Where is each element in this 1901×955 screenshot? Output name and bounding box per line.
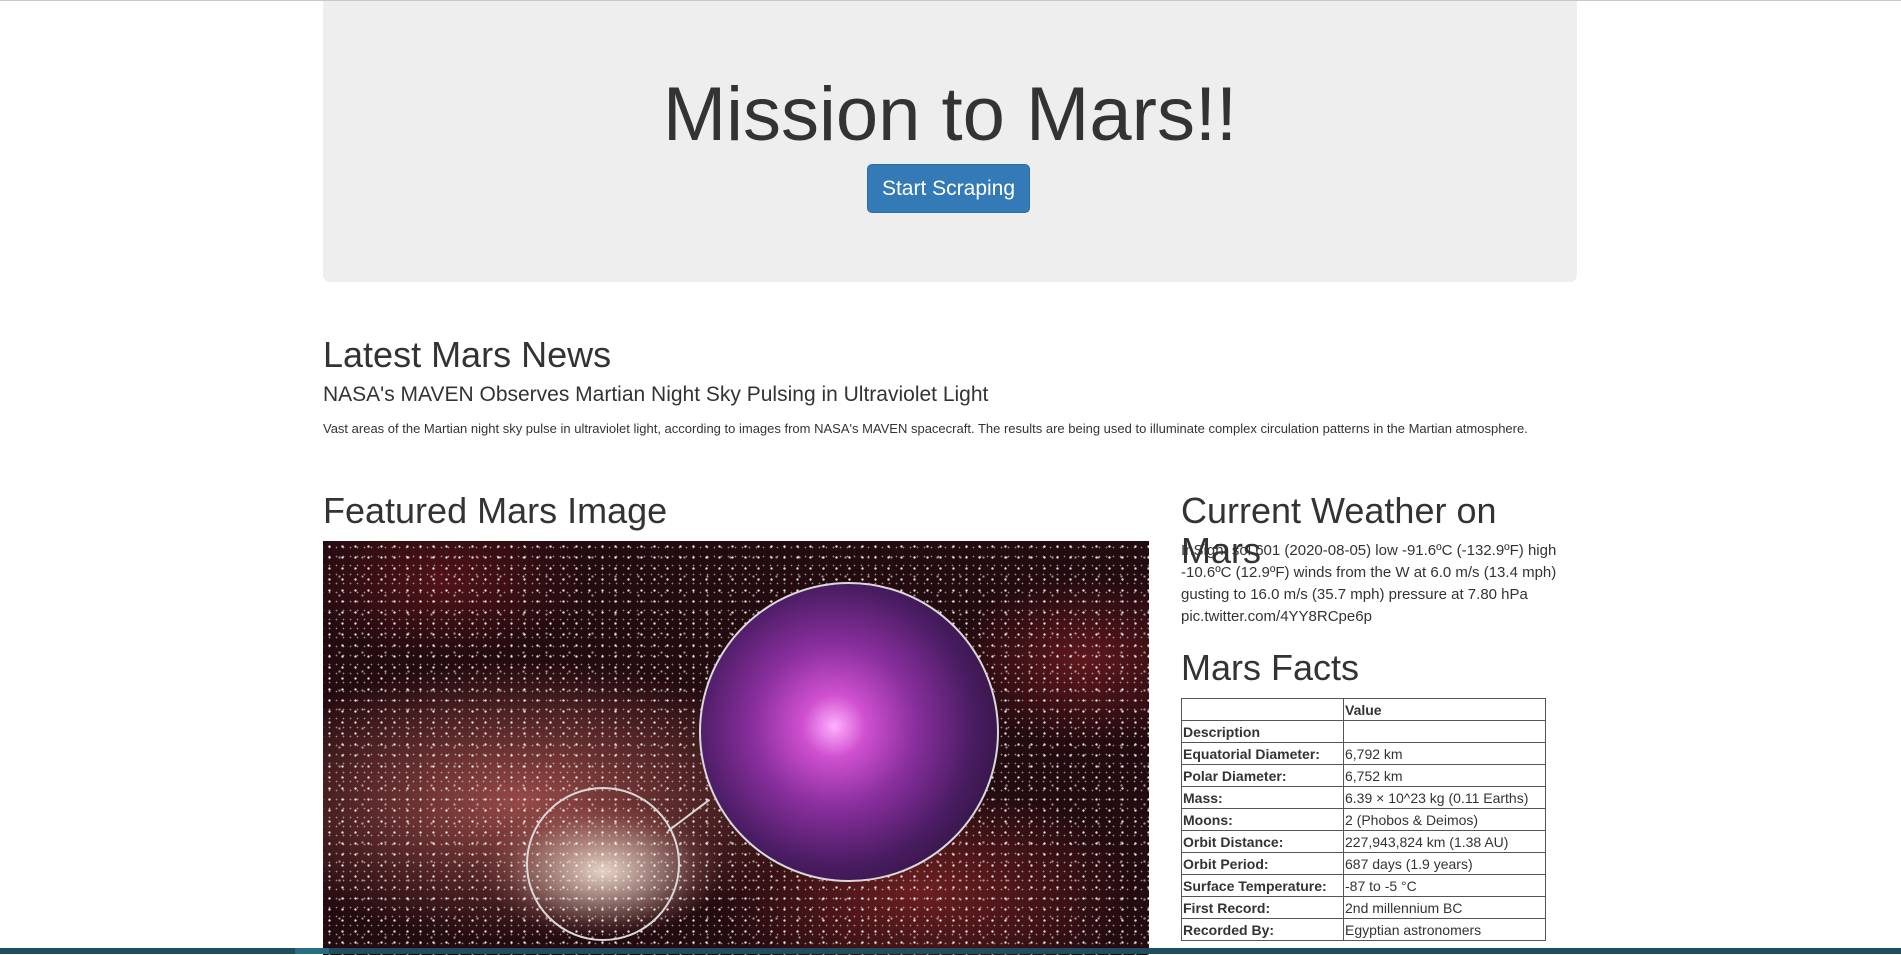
weather-text: InSight sol 601 (2020-08-05) low -91.6ºC… [1181, 542, 1557, 625]
table-row: Orbit Period: 687 days (1.9 years) [1181, 852, 1546, 875]
facts-header-row: Value [1181, 698, 1546, 721]
zoom-source-circle [526, 787, 680, 941]
facts-index-row: Description [1181, 720, 1546, 743]
table-row: Moons: 2 (Phobos & Deimos) [1181, 808, 1546, 831]
featured-image-title: Featured Mars Image [323, 490, 668, 531]
table-row: Surface Temperature: -87 to -5 °C [1181, 874, 1546, 897]
fact-label: Recorded By: [1181, 918, 1344, 941]
fact-label: First Record: [1181, 896, 1344, 919]
facts-index-blank [1343, 720, 1546, 743]
news-teaser: Vast areas of the Martian night sky puls… [323, 421, 1528, 436]
fact-value: Egyptian astronomers [1343, 918, 1546, 941]
fact-value: 6,752 km [1343, 764, 1546, 787]
table-row: Recorded By: Egyptian astronomers [1181, 918, 1546, 941]
facts-header-value: Value [1343, 698, 1546, 721]
facts-index-label: Description [1181, 720, 1344, 743]
fact-value: 6.39 × 10^23 kg (0.11 Earths) [1343, 786, 1546, 809]
page-title: Mission to Mars!! [662, 72, 1238, 157]
fact-value: 687 days (1.9 years) [1343, 852, 1546, 875]
table-row: Mass: 6.39 × 10^23 kg (0.11 Earths) [1181, 786, 1546, 809]
fact-label: Moons: [1181, 808, 1344, 831]
fact-value: 2nd millennium BC [1343, 896, 1546, 919]
jumbotron-header: Mission to Mars!! Start Scraping [323, 1, 1577, 282]
fact-value: 6,792 km [1343, 742, 1546, 765]
fact-value: 227,943,824 km (1.38 AU) [1343, 830, 1546, 853]
facts-header-blank [1181, 698, 1344, 721]
fact-label: Polar Diameter: [1181, 764, 1344, 787]
taskbar-active-segment [295, 948, 329, 954]
zoom-detail-circle [699, 582, 999, 882]
start-scraping-button[interactable]: Start Scraping [867, 164, 1030, 213]
mars-facts-table: Value Description Equatorial Diameter: 6… [1181, 698, 1546, 941]
fact-label: Equatorial Diameter: [1181, 742, 1344, 765]
featured-mars-image [323, 541, 1149, 955]
news-section-title: Latest Mars News [323, 334, 612, 375]
fact-label: Orbit Period: [1181, 852, 1344, 875]
taskbar-strip [0, 948, 1901, 954]
table-row: Equatorial Diameter: 6,792 km [1181, 742, 1546, 765]
news-headline: NASA's MAVEN Observes Martian Night Sky … [323, 383, 989, 406]
table-row: Orbit Distance: 227,943,824 km (1.38 AU) [1181, 830, 1546, 853]
fact-value: -87 to -5 °C [1343, 874, 1546, 897]
table-row: First Record: 2nd millennium BC [1181, 896, 1546, 919]
table-row: Polar Diameter: 6,752 km [1181, 764, 1546, 787]
fact-label: Mass: [1181, 786, 1344, 809]
facts-section-title: Mars Facts [1181, 647, 1360, 688]
fact-value: 2 (Phobos & Deimos) [1343, 808, 1546, 831]
fact-label: Surface Temperature: [1181, 874, 1344, 897]
fact-label: Orbit Distance: [1181, 830, 1344, 853]
